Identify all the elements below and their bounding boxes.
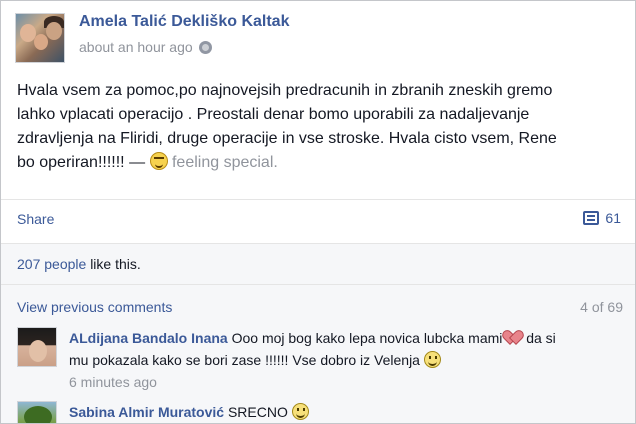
view-previous-comments-link[interactable]: View previous comments [17, 299, 172, 315]
post-author-name[interactable]: Amela Talić Dekliško Kaltak [79, 13, 289, 31]
post-text-line: zdravljenja na Fliridi, druge operacije … [17, 130, 557, 147]
comment-line: Sabina Almir Muratović SRECNO [69, 401, 619, 423]
heart-icon [506, 330, 522, 345]
smile-icon [291, 403, 309, 420]
likes-suffix: like this. [90, 256, 141, 272]
globe-icon[interactable] [198, 40, 212, 54]
avatar-face-shape [29, 340, 47, 362]
post-header: Amela Talić Dekliško Kaltak about an hou… [13, 9, 613, 63]
comments-pager: 4 of 69 [580, 299, 623, 315]
smile-icon [423, 351, 441, 368]
feeling-label[interactable]: feeling special. [172, 154, 278, 171]
comment-item: Sabina Almir Muratović SRECNO [17, 401, 623, 423]
comment-text: da si [526, 330, 556, 346]
comment-author[interactable]: Sabina Almir Muratović [69, 404, 224, 420]
post-text-line-last: bo operiran!!!!!! — feeling special. [17, 151, 617, 175]
post-message: Hvala vsem za pomoc,po najnovejsih predr… [17, 79, 617, 175]
comment-count-button[interactable]: 61 [583, 210, 621, 226]
commenter-avatar[interactable] [17, 327, 57, 367]
likes-summary: 207 people like this. [1, 244, 635, 284]
comment-body: ALdijana Bandalo Inana Ooo moj bog kako … [69, 327, 619, 393]
comment-item: ALdijana Bandalo Inana Ooo moj bog kako … [17, 327, 623, 393]
grinning-smiley-icon [149, 152, 168, 170]
comment-text: SRECNO [227, 404, 288, 420]
comment-text: Ooo moj bog kako lepa novica lubcka mami [231, 330, 503, 346]
facebook-post: Amela Talić Dekliško Kaltak about an hou… [0, 0, 636, 424]
comments-section: View previous comments 4 of 69 ALdijana … [1, 285, 635, 423]
post-text-line: lahko vplacati operacijo . Preostali den… [17, 106, 530, 123]
comment-line: ALdijana Bandalo Inana Ooo moj bog kako … [69, 327, 619, 349]
author-avatar[interactable] [15, 13, 65, 63]
comment-count: 61 [605, 210, 621, 226]
comment-icon [583, 211, 600, 225]
comment-body: Sabina Almir Muratović SRECNO [69, 401, 619, 423]
comment-line: mu pokazala kako se bori zase !!!!!! Vse… [69, 349, 619, 371]
divider [1, 199, 635, 200]
avatar-face-shape [46, 22, 62, 40]
post-text-line: Hvala vsem za pomoc,po najnovejsih predr… [17, 82, 553, 99]
comment-text: mu pokazala kako se bori zase !!!!!! Vse… [69, 352, 420, 368]
comment-author[interactable]: ALdijana Bandalo Inana [69, 330, 228, 346]
post-timestamp[interactable]: about an hour ago [79, 39, 193, 55]
likes-text: 207 people like this. [17, 256, 141, 272]
post-text-tail: bo operiran!!!!!! — [17, 154, 146, 171]
action-bar: Share 61 [17, 209, 621, 231]
share-button[interactable]: Share [17, 211, 54, 227]
avatar-tree-shape [24, 406, 52, 423]
commenter-avatar[interactable] [17, 401, 57, 423]
avatar-face-shape [34, 34, 48, 50]
comment-timestamp[interactable]: 6 minutes ago [69, 371, 619, 393]
post-meta: about an hour ago [79, 39, 212, 55]
likes-count-link[interactable]: 207 people [17, 256, 86, 272]
